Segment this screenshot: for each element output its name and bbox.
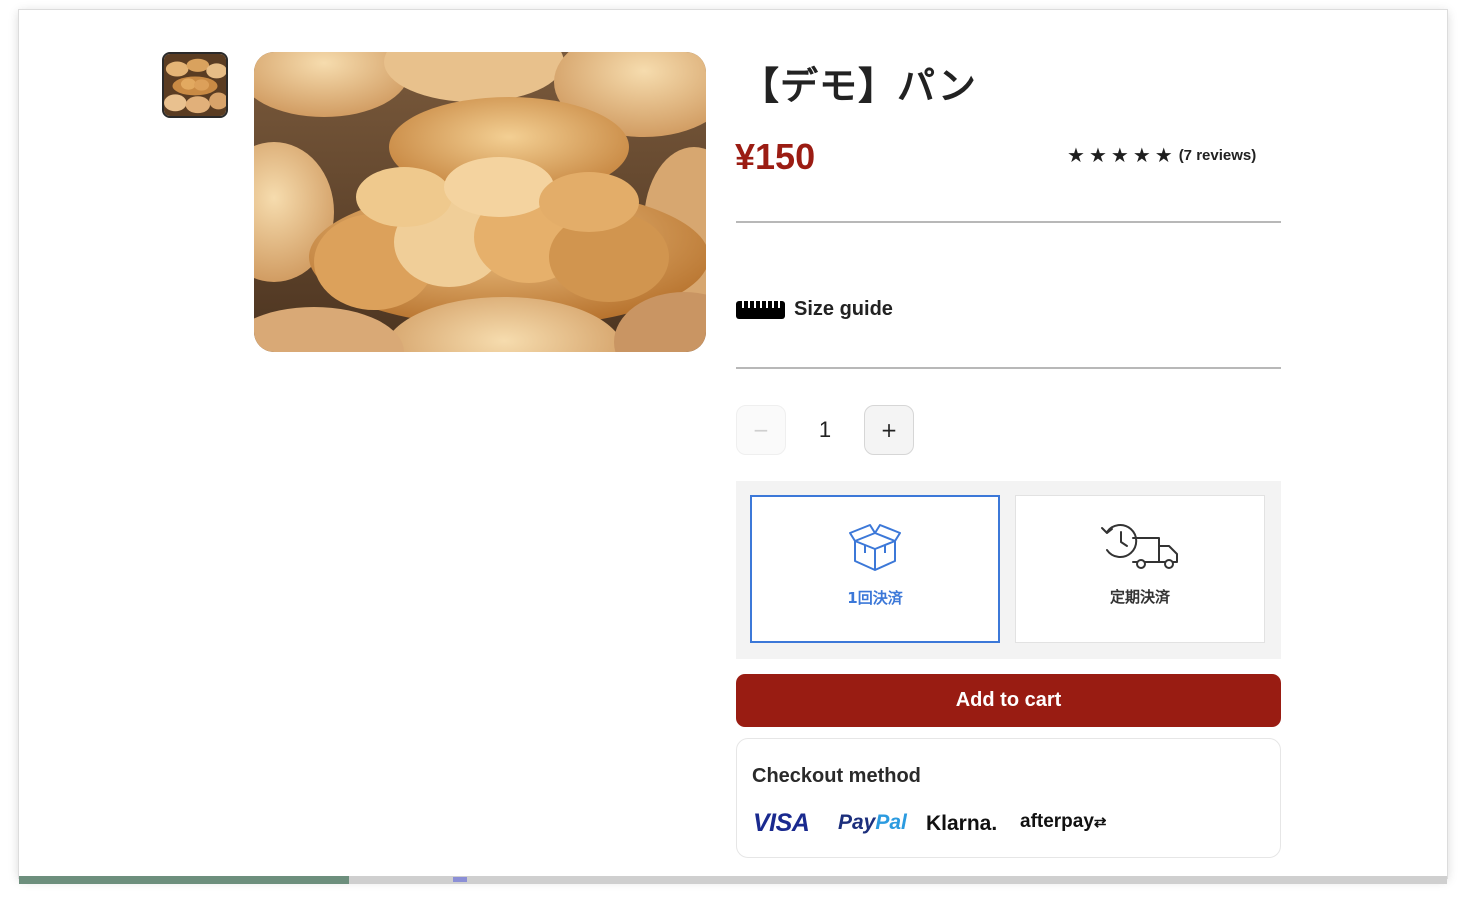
paypal-logo: PayPal [838, 811, 907, 834]
purchase-options: 1回決済 定期決済 [736, 481, 1281, 659]
option-one-time-label: 1回決済 [847, 589, 903, 607]
product-price: ¥150 [735, 136, 816, 177]
afterpay-arrow-icon: ⇄ [1093, 814, 1107, 831]
size-guide-label: Size guide [794, 298, 893, 320]
product-rating[interactable]: ★ ★ ★ ★ ★ (7 reviews) [1067, 145, 1256, 165]
divider [736, 367, 1281, 369]
star-icon: ★ [1067, 143, 1085, 167]
star-icon: ★ [1110, 143, 1129, 167]
option-subscription-label: 定期決済 [1109, 588, 1170, 606]
visa-logo: VISA [753, 809, 810, 837]
bread-thumbnail-image [164, 54, 226, 116]
quantity-decrease-button[interactable]: − [736, 405, 786, 455]
background-strip-chip [453, 877, 467, 882]
product-thumbnail[interactable] [162, 52, 228, 118]
add-to-cart-button[interactable]: Add to cart [736, 674, 1281, 727]
star-icon: ★ [1154, 143, 1173, 167]
quantity-increase-button[interactable]: + [864, 405, 914, 455]
bread-photo [254, 52, 706, 352]
quantity-stepper: − 1 + [736, 405, 914, 455]
option-one-time-payment[interactable]: 1回決済 [750, 495, 1000, 643]
afterpay-label: afterpay [1020, 811, 1094, 832]
product-page: 【デモ】パン ¥150 ★ ★ ★ ★ ★ (7 reviews) Size g… [19, 10, 1447, 878]
star-icon: ★ [1132, 143, 1151, 167]
checkout-method-title: Checkout method [752, 765, 921, 787]
background-strip-green [19, 876, 349, 884]
quantity-value[interactable]: 1 [786, 417, 864, 443]
ruler-icon [736, 300, 785, 319]
box-icon [849, 524, 901, 571]
subscription-truck-icon [1101, 524, 1178, 569]
reviews-count[interactable]: (7 reviews) [1179, 147, 1257, 164]
product-main-image[interactable] [254, 52, 706, 352]
size-guide-link[interactable]: Size guide [736, 298, 893, 321]
option-subscription[interactable]: 定期決済 [1015, 495, 1265, 643]
background-window-strip [19, 876, 1447, 884]
divider [736, 221, 1281, 223]
star-icon: ★ [1088, 143, 1107, 167]
klarna-logo: Klarna. [926, 812, 998, 835]
afterpay-logo: afterpay⇄ [1020, 811, 1107, 833]
product-title: 【デモ】パン [741, 64, 977, 108]
checkout-methods-panel: Checkout method VISA PayPal Klarna. afte… [736, 738, 1281, 858]
